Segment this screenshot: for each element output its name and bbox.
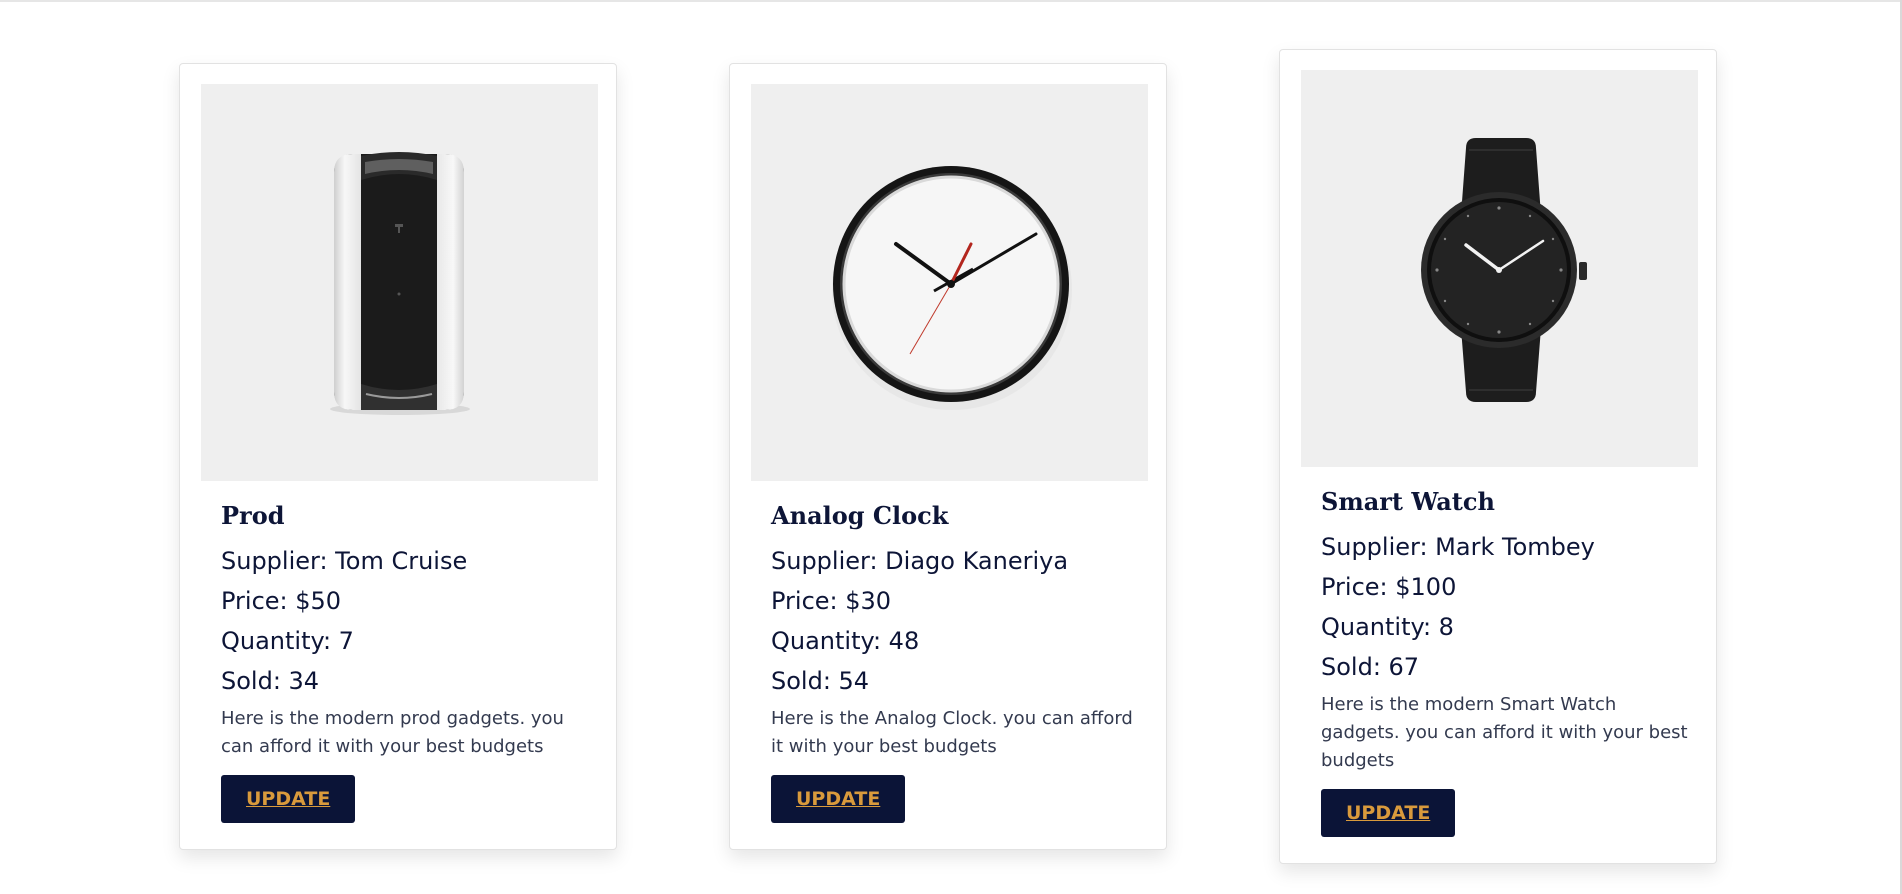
product-image — [1301, 70, 1698, 467]
product-card: Analog Clock Supplier: Diago Kaneriya Pr… — [729, 63, 1167, 850]
product-details: Smart Watch Supplier: Mark Tombey Price:… — [1321, 487, 1691, 837]
product-card: Prod Supplier: Tom Cruise Price: $50 Qua… — [179, 63, 617, 850]
product-quantity: Quantity: 7 — [221, 627, 354, 655]
product-price: Price: $100 — [1321, 573, 1457, 601]
product-supplier: Supplier: Diago Kaneriya — [771, 547, 1069, 575]
product-supplier: Supplier: Tom Cruise — [221, 547, 468, 575]
product-name: Prod — [221, 501, 285, 530]
product-price: Price: $30 — [771, 587, 892, 615]
update-button[interactable]: UPDATE — [221, 775, 356, 823]
product-description: Here is the modern prod gadgets. you can… — [221, 708, 564, 757]
product-details: Analog Clock Supplier: Diago Kaneriya Pr… — [771, 501, 1141, 823]
smart-watch-icon — [1421, 138, 1587, 402]
product-name: Analog Clock — [771, 501, 949, 530]
product-image — [751, 84, 1148, 481]
product-quantity: Quantity: 8 — [1321, 613, 1454, 641]
product-description: Here is the modern Smart Watch gadgets. … — [1321, 694, 1688, 771]
update-button[interactable]: UPDATE — [1321, 789, 1456, 837]
home-security-device-icon — [330, 152, 470, 415]
product-details: Prod Supplier: Tom Cruise Price: $50 Qua… — [221, 501, 591, 823]
product-name: Smart Watch — [1321, 487, 1495, 516]
product-description: Here is the Analog Clock. you can afford… — [771, 708, 1133, 757]
product-sold: Sold: 34 — [221, 667, 320, 695]
product-price: Price: $50 — [221, 587, 342, 615]
product-quantity: Quantity: 48 — [771, 627, 920, 655]
product-sold: Sold: 54 — [771, 667, 870, 695]
analog-clock-icon — [832, 166, 1072, 410]
update-button[interactable]: UPDATE — [771, 775, 906, 823]
product-card: Smart Watch Supplier: Mark Tombey Price:… — [1279, 49, 1717, 864]
product-sold: Sold: 67 — [1321, 653, 1420, 681]
product-supplier: Supplier: Mark Tombey — [1321, 533, 1595, 561]
top-divider — [0, 0, 1902, 2]
product-image — [201, 84, 598, 481]
